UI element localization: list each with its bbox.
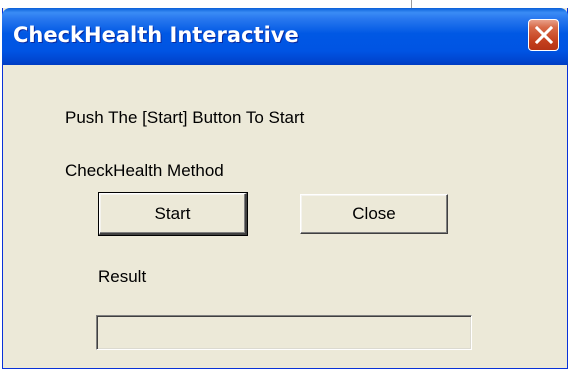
close-window-button[interactable] xyxy=(528,19,559,51)
instruction-text: Push The [Start] Button To Start xyxy=(65,108,305,127)
method-label: CheckHealth Method xyxy=(65,161,224,180)
window-title: CheckHealth Interactive xyxy=(13,23,299,47)
dialog-client-area: Push The [Start] Button To Start CheckHe… xyxy=(3,65,567,368)
start-button[interactable]: Start xyxy=(98,192,248,236)
background-window-fragment xyxy=(0,0,573,8)
close-icon xyxy=(535,26,553,44)
dialog-window: CheckHealth Interactive Push The [Start]… xyxy=(2,8,568,369)
result-label: Result xyxy=(98,267,147,286)
title-bar[interactable]: CheckHealth Interactive xyxy=(2,8,568,65)
background-divider xyxy=(411,0,412,8)
close-button[interactable]: Close xyxy=(300,194,448,234)
desktop: CheckHealth Interactive Push The [Start]… xyxy=(0,0,573,379)
result-field[interactable] xyxy=(96,315,472,350)
